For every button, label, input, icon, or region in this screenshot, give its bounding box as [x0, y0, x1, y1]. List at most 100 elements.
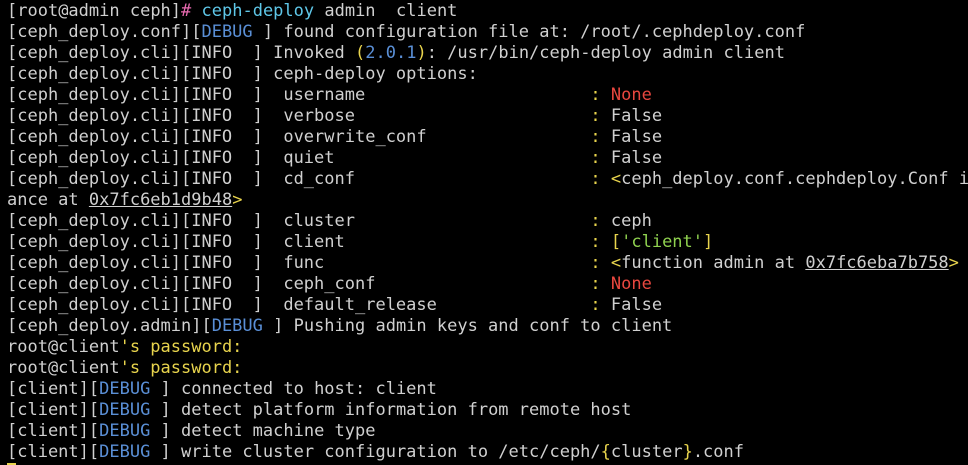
log-line: [client][DEBUG ] connected to host: clie…: [7, 379, 968, 400]
log-line: root@client's password:: [7, 358, 968, 379]
prompt-open-bracket: [: [7, 1, 18, 21]
log-segment: <: [610, 253, 622, 273]
log-line: [ceph_deploy.cli][INFO ] overwrite_conf …: [7, 127, 968, 148]
log-segment: [client][: [7, 442, 100, 462]
log-segment: ] found configuration file at: /root/.ce…: [252, 22, 806, 42]
log-segment: [ceph_deploy.cli][INFO ] cd_conf: [7, 169, 591, 189]
log-segment: : /usr/bin/ceph-deploy admin client: [426, 43, 785, 63]
log-segment: >: [948, 253, 959, 273]
log-line: root@client's password:: [7, 337, 968, 358]
log-segment: [ceph_deploy.cli][INFO ] ceph-deploy opt…: [7, 64, 478, 84]
log-segment: 0x7fc6eb1d9b48: [88, 190, 233, 210]
log-line: [ceph_deploy.cli][INFO ] ceph-deploy opt…: [7, 64, 968, 85]
log-segment: ] detect platform information from remot…: [150, 400, 632, 420]
log-line: [ceph_deploy.cli][INFO ] quiet : False: [7, 148, 968, 169]
command-prompt-line[interactable]: [root@admin ceph]# ceph-deploy admin cli…: [7, 1, 968, 22]
log-segment: [ceph_deploy.cli][INFO ] ceph_conf: [7, 274, 591, 294]
log-segment: DEBUG: [201, 22, 253, 42]
log-segment: ] Invoked: [232, 43, 356, 63]
prompt-symbol: #: [181, 1, 202, 21]
log-segment: function admin at: [621, 253, 806, 273]
log-segment: :: [590, 253, 611, 273]
log-segment: [client][: [7, 379, 100, 399]
log-line: [client][DEBUG ] write cluster configura…: [7, 442, 968, 463]
log-segment: >: [232, 190, 243, 210]
log-segment: :: [590, 127, 611, 147]
log-segment: :: [590, 85, 611, 105]
log-segment: False: [610, 295, 663, 315]
log-segment: False: [610, 127, 663, 147]
command-name: ceph-deploy: [201, 1, 315, 21]
prompt-close-bracket: ]: [170, 1, 182, 21]
log-segment: None: [610, 274, 652, 294]
log-line: [ceph_deploy.cli][INFO ] func : <functio…: [7, 253, 968, 274]
log-segment: 's password:: [119, 358, 243, 378]
log-segment: :: [590, 211, 611, 231]
log-segment: [ceph_deploy.cli][INFO ] verbose: [7, 106, 591, 126]
log-segment: root@client: [7, 358, 120, 378]
log-segment: DEBUG: [99, 400, 151, 420]
log-segment: [ceph_deploy.cli][INFO ] func: [7, 253, 591, 273]
log-segment: ] Pushing admin keys and conf to client: [262, 316, 673, 336]
log-line: [ceph_deploy.cli][INFO ] client : ['clie…: [7, 232, 968, 253]
log-segment: 2.0.1: [365, 43, 417, 63]
log-segment: DEBUG: [99, 442, 151, 462]
log-segment: ] detect machine type: [150, 421, 376, 441]
log-segment: False: [610, 148, 663, 168]
prompt-cwd: ceph: [119, 1, 171, 21]
log-segment: 'client': [621, 232, 704, 252]
log-segment: 0x7fc6eba7b758: [805, 253, 949, 273]
log-segment: [: [610, 232, 622, 252]
log-segment: cluster: [610, 442, 683, 462]
log-segment: :: [590, 295, 611, 315]
log-segment: 's password:: [119, 337, 243, 357]
log-segment: ceph: [610, 211, 652, 231]
log-line: ance at 0x7fc6eb1d9b48>: [7, 190, 968, 211]
log-segment: False: [610, 106, 663, 126]
log-segment: [ceph_deploy.cli][INFO ] quiet: [7, 148, 591, 168]
log-segment: INFO: [191, 43, 233, 63]
log-segment: ceph_deploy.conf.cephdeploy.Conf inst: [621, 169, 968, 189]
log-line: [ceph_deploy.cli][INFO ] verbose : False: [7, 106, 968, 127]
log-segment: [ceph_deploy.cli][INFO ] default_release: [7, 295, 591, 315]
log-line: [ceph_deploy.cli][INFO ] cd_conf : <ceph…: [7, 169, 968, 190]
prompt-user-host: root@admin: [17, 1, 120, 21]
log-line: [ceph_deploy.conf][DEBUG ] found configu…: [7, 22, 968, 43]
log-segment: DEBUG: [99, 421, 151, 441]
log-segment: root@client: [7, 337, 120, 357]
log-output: [ceph_deploy.conf][DEBUG ] found configu…: [7, 22, 968, 463]
log-segment: :: [590, 106, 611, 126]
log-line: [ceph_deploy.admin][DEBUG ] Pushing admi…: [7, 316, 968, 337]
log-segment: }: [682, 442, 693, 462]
log-segment: [ceph_deploy.cli][INFO ] client: [7, 232, 591, 252]
log-segment: :: [590, 169, 611, 189]
log-segment: [client][: [7, 421, 100, 441]
log-segment: [ceph_deploy.cli][INFO ] username: [7, 85, 591, 105]
log-line: [ceph_deploy.cli][INFO ] cluster : ceph: [7, 211, 968, 232]
log-segment: ): [416, 43, 427, 63]
command-args: admin client: [314, 1, 458, 21]
log-line: [ceph_deploy.cli][INFO ] Invoked (2.0.1)…: [7, 43, 968, 64]
log-segment: DEBUG: [99, 379, 151, 399]
log-line: [ceph_deploy.cli][INFO ] ceph_conf : Non…: [7, 274, 968, 295]
log-segment: :: [590, 232, 611, 252]
log-segment: [ceph_deploy.cli][INFO ] cluster: [7, 211, 591, 231]
log-segment: (: [355, 43, 366, 63]
log-segment: ance at: [7, 190, 89, 210]
log-segment: None: [610, 85, 652, 105]
log-line: [client][DEBUG ] detect machine type: [7, 421, 968, 442]
log-line: [ceph_deploy.cli][INFO ] username : None: [7, 85, 968, 106]
log-segment: :: [590, 148, 611, 168]
log-segment: [ceph_deploy.cli][INFO ] overwrite_conf: [7, 127, 591, 147]
log-segment: ] connected to host: client: [150, 379, 437, 399]
log-line: [ceph_deploy.cli][INFO ] default_release…: [7, 295, 968, 316]
log-segment: [client][: [7, 400, 100, 420]
terminal-window[interactable]: [root@admin ceph]# ceph-deploy admin cli…: [0, 0, 968, 465]
log-segment: :: [590, 274, 611, 294]
log-segment: ] write cluster configuration to /etc/ce…: [150, 442, 601, 462]
log-segment: [ceph_deploy.admin][: [7, 316, 212, 336]
log-line: [client][DEBUG ] detect platform informa…: [7, 400, 968, 421]
log-segment: {: [600, 442, 611, 462]
log-segment: [ceph_deploy.cli][: [7, 43, 192, 63]
log-segment: ]: [703, 232, 714, 252]
